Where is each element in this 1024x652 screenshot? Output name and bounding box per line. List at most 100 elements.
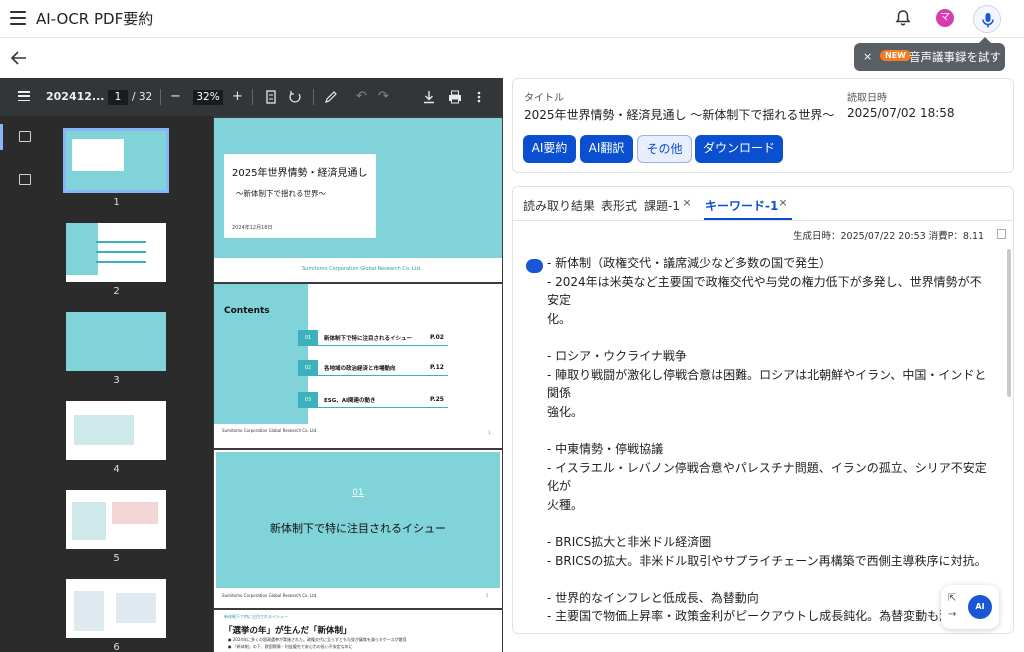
floating-ai-widget[interactable]: ⇱ → AI	[941, 585, 999, 629]
row-page: P.12	[430, 364, 444, 371]
page-heading: 「選挙の年」が生んだ「新体制」	[224, 626, 352, 636]
row-label: 新体制下で特に注目されるイシュー	[324, 336, 413, 342]
toolbar-divider	[252, 89, 253, 105]
app-title: AI-OCR PDF要約	[36, 10, 154, 28]
row-underline	[318, 407, 448, 408]
active-indicator	[0, 124, 3, 150]
result-line: 強化。	[547, 404, 584, 419]
result-content: - 新体制（政権交代・議席減少など多数の国で発生） - 2024年は米英など主要…	[547, 254, 993, 633]
result-line: - ロシア・ウクライナ戦争	[547, 348, 687, 363]
toolbar-divider	[160, 89, 161, 105]
toolbar-divider	[313, 89, 314, 105]
thumbnails-icon[interactable]	[19, 131, 31, 142]
avatar[interactable]: マ	[936, 9, 954, 27]
annotate-icon[interactable]	[324, 90, 338, 104]
back-arrow-icon[interactable]	[10, 50, 28, 66]
download-button[interactable]: ダウンロード	[695, 135, 783, 163]
result-line	[547, 626, 993, 633]
section-number: 01	[352, 488, 364, 498]
result-panel: 読み取り結果 表形式 課題-1 × キーワード-1 × 生成日時：2025/07…	[512, 186, 1014, 634]
pdf-toolbar: 202412... 1 / 32 − 32% + ↶ ↷	[0, 78, 503, 116]
ai-assistant-icon	[526, 259, 543, 273]
thumbnail-page-3[interactable]	[66, 312, 166, 371]
tab-table[interactable]: 表形式	[601, 197, 637, 214]
pdf-viewer: 202412... 1 / 32 − 32% + ↶ ↷ 1 2 3 4 5 6	[0, 78, 503, 652]
copy-icon[interactable]	[997, 229, 1006, 239]
tab-ocr-result[interactable]: 読み取り結果	[523, 197, 595, 214]
thumbnail-page-1[interactable]	[63, 128, 169, 193]
close-icon[interactable]: ×	[776, 196, 790, 210]
page-total: / 32	[132, 91, 153, 103]
result-tabs: 読み取り結果 表形式 課題-1 × キーワード-1 ×	[513, 187, 1013, 221]
menu-icon[interactable]	[10, 11, 26, 25]
row-number: 02	[298, 360, 318, 376]
generation-meta: 生成日時：2025/07/22 20:53 消費P：8.11	[793, 231, 985, 242]
row-page: P.02	[430, 334, 444, 341]
close-icon[interactable]: ×	[680, 196, 694, 210]
row-number: 01	[298, 330, 318, 346]
page-number-input[interactable]: 1	[108, 90, 128, 105]
thumbnail-page-4[interactable]	[66, 401, 166, 460]
zoom-level-input[interactable]: 32%	[193, 90, 223, 105]
pdf-pages[interactable]: 2025年世界情勢・経済見通し ～新体制下で揺れる世界～ 2024年12月18日…	[213, 116, 503, 652]
tab-task-1[interactable]: 課題-1	[644, 197, 680, 214]
mic-icon	[982, 13, 994, 28]
page-number: 1	[488, 430, 491, 435]
result-line: - 新体制（政権交代・議席減少など多数の国で発生）	[547, 256, 832, 270]
ai-translate-button[interactable]: AI翻訳	[580, 135, 633, 163]
download-icon[interactable]	[423, 90, 435, 104]
mic-button[interactable]	[973, 5, 1001, 33]
ai-summary-button[interactable]: AI要約	[523, 135, 576, 163]
row-label: 各地域の政治経済と市場動向	[324, 366, 396, 372]
fit-page-icon[interactable]	[266, 90, 276, 104]
row-underline	[318, 345, 448, 346]
pdf-filename: 202412...	[46, 90, 105, 103]
contents-row: 03 ESG、AI関連の動き P.25	[298, 392, 448, 408]
title-value: 2025年世界情勢・経済見通し ～新体制下で揺れる世界～	[524, 108, 835, 122]
tooltip-close-icon[interactable]: ×	[863, 50, 872, 63]
pdf-page-1: 2025年世界情勢・経済見通し ～新体制下で揺れる世界～ 2024年12月18日…	[214, 118, 502, 282]
zoom-in-icon[interactable]: +	[232, 89, 243, 104]
bell-icon[interactable]	[893, 8, 913, 28]
result-line: - 2024年は米英など主要国で政権交代や与党の権力低下が多発し、世界情勢が不安…	[547, 274, 982, 308]
more-vert-icon[interactable]	[477, 90, 481, 104]
result-line	[547, 328, 993, 347]
row-label: ESG、AI関連の動き	[324, 398, 376, 404]
contents-row: 01 新体制下で特に注目されるイシュー P.02	[298, 330, 448, 346]
thumbnail-page-6[interactable]	[66, 579, 166, 638]
thumbnail-panel: 1 2 3 4 5 6	[40, 116, 213, 652]
thumbnail-page-5[interactable]	[66, 490, 166, 549]
print-icon[interactable]	[448, 90, 462, 104]
undo-icon[interactable]: ↶	[356, 89, 367, 104]
result-line	[547, 421, 993, 440]
page-bullet: ● 2024年に多くの国政選挙が実施された。政権交代に至らずとも与党が議席を減ら…	[228, 637, 407, 642]
tab-keyword-1[interactable]: キーワード-1	[705, 197, 778, 214]
row-number: 03	[298, 392, 318, 408]
voice-minutes-tooltip[interactable]: × NEW 音声議事録を試す	[854, 37, 1005, 71]
thumbnail-page-2[interactable]	[66, 223, 166, 282]
result-line: - 中東情勢・停戦協議	[547, 441, 664, 456]
scrollbar[interactable]	[1007, 249, 1011, 397]
row-page: P.25	[430, 396, 444, 403]
active-tab-indicator	[704, 218, 792, 220]
page-header: 新体制下で特に注目されるイシュー	[224, 614, 288, 619]
thumbnail-number: 1	[113, 197, 120, 208]
result-line: - BRICS拡大と非米ドル経済圏	[547, 534, 712, 549]
ai-chat-button[interactable]: AI	[968, 595, 992, 619]
open-external-icon[interactable]: ⇱	[948, 593, 956, 604]
page-accent	[214, 284, 308, 424]
pdf-menu-icon[interactable]	[18, 91, 30, 101]
new-badge: NEW	[880, 50, 911, 61]
other-button[interactable]: その他	[637, 135, 692, 163]
outline-icon[interactable]	[19, 174, 31, 185]
arrow-right-icon[interactable]: →	[948, 609, 956, 620]
page-footer: Sumitomo Corporation Global Research Co.…	[302, 266, 422, 272]
page-date: 2024年12月18日	[232, 225, 273, 231]
redo-icon[interactable]: ↷	[378, 89, 389, 104]
app-header: AI-OCR PDF要約 マ	[0, 0, 1024, 38]
rotate-icon[interactable]	[288, 90, 302, 104]
tooltip-text[interactable]: 音声議事録を試す	[909, 49, 1001, 65]
page-title: 2025年世界情勢・経済見通し	[232, 168, 368, 179]
contents-row: 02 各地域の政治経済と市場動向 P.12	[298, 360, 448, 376]
zoom-out-icon[interactable]: −	[170, 89, 181, 104]
